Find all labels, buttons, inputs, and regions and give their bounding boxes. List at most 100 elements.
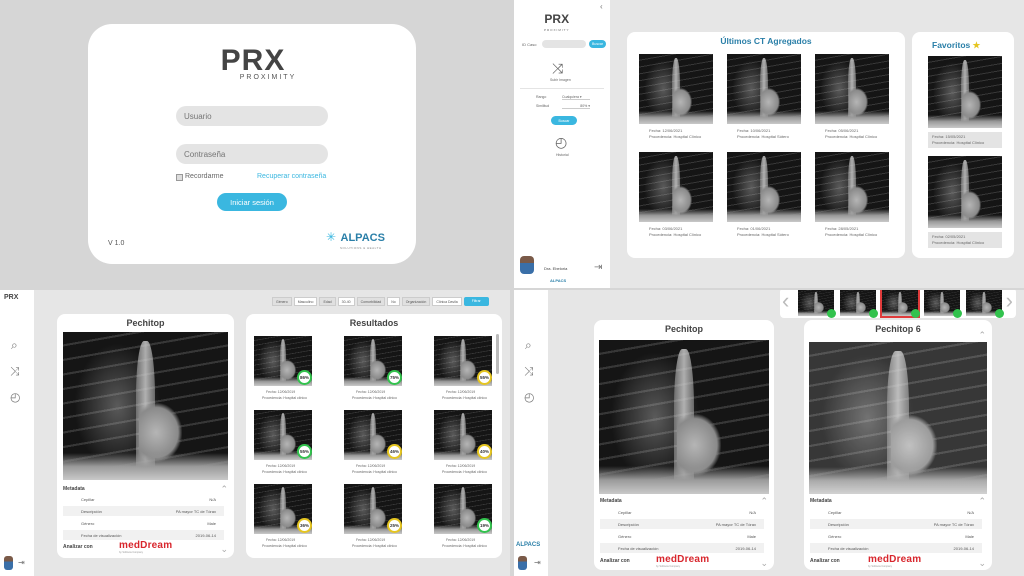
chevron-up-icon[interactable]: ⌃ [978, 330, 986, 341]
case-search-button[interactable]: Buscar [589, 40, 606, 48]
prev-arrow-icon[interactable]: ‹ [782, 290, 789, 314]
result-item[interactable]: 86% Fecha: 12/06/2019 Procedencia: Hospita… [252, 336, 312, 406]
shuffle-icon[interactable]: ⤨ [552, 60, 563, 77]
filter-chip[interactable]: Organización [401, 297, 431, 306]
recent-ct-item[interactable]: Fecha: 05/06/2021 Procedencia: Hospital C… [815, 54, 891, 146]
item-origin: Procedencia: Hospital clínico [262, 544, 307, 548]
filter-search-button[interactable]: Buscar [551, 116, 577, 125]
username-input[interactable] [176, 106, 328, 126]
compare-thumbnail[interactable] [840, 290, 878, 318]
shuffle-icon[interactable]: ⤨ [10, 364, 20, 379]
remember-checkbox[interactable] [176, 174, 183, 181]
results-scrollbar[interactable] [496, 334, 499, 374]
login-button[interactable]: Iniciar sesión [217, 193, 287, 211]
xray-thumbnail[interactable] [928, 156, 1002, 228]
chevron-up-icon[interactable]: ⌃ [760, 496, 768, 507]
favorite-item[interactable]: Fecha: 15/05/2021 Procedencia: Hospital C… [928, 56, 1002, 152]
history-icon[interactable]: ◴ [10, 390, 20, 404]
item-origin: Procedencia: Hospital Sótero [737, 134, 789, 139]
result-item[interactable]: 75% Fecha: 12/06/2019 Procedencia: Hospita… [342, 336, 402, 406]
next-arrow-icon[interactable]: › [1006, 290, 1013, 314]
sidebar-logo: PRX PROXIMITY [544, 12, 570, 32]
metadata-row: Cepillar N/A [828, 509, 974, 515]
search-icon[interactable]: ⌕ [525, 338, 532, 353]
history-icon[interactable]: ◴ [555, 134, 567, 151]
xray-thumbnail[interactable] [639, 152, 713, 222]
password-input[interactable] [176, 144, 328, 164]
login-screen: PRX PROXIMITY Recordarme Recuperar contr… [0, 0, 510, 288]
xray-thumbnail[interactable] [815, 152, 889, 222]
logo-text: PRX [220, 44, 286, 77]
compare-thumbnail[interactable] [880, 290, 920, 318]
right-xray-image[interactable] [809, 342, 987, 494]
recover-password-link[interactable]: Recuperar contraseña [257, 173, 326, 180]
meddream-button[interactable]: medDream by Softneta Company [119, 540, 172, 554]
item-origin: Procedencia: Hospital clínico [442, 396, 487, 400]
user-avatar[interactable] [520, 256, 534, 274]
query-xray-image[interactable] [63, 332, 228, 480]
compare-sidebar: ⌕ ⤨ ◴ ALPACS ⇥ [514, 290, 548, 576]
filter-chip[interactable]: Clínica Davila [432, 297, 462, 306]
collapse-icon[interactable]: ‹ [600, 2, 603, 11]
filter-chip[interactable]: Masculino [293, 297, 318, 306]
filter-chip[interactable]: Género [272, 297, 292, 306]
chevron-up-icon[interactable]: ⌃ [978, 496, 986, 507]
logout-icon[interactable]: ⇥ [18, 558, 25, 567]
filter-apply-button[interactable]: Filtrar [463, 297, 489, 306]
xray-thumbnail[interactable] [815, 54, 889, 124]
metadata-row: Género Male [81, 520, 216, 526]
xray-thumbnail[interactable] [928, 56, 1002, 128]
recent-ct-item[interactable]: Fecha: 10/06/2021 Procedencia: Hospital S… [727, 54, 803, 146]
xray-thumbnail[interactable] [639, 54, 713, 124]
metadata-row: Descripción PA mayor TC de Tórax [810, 519, 982, 529]
history-icon[interactable]: ◴ [524, 390, 534, 404]
similarity-select[interactable]: 80% ▾ [562, 104, 590, 109]
upload-image-label: Subir Imagen [550, 78, 571, 82]
recent-ct-item[interactable]: Fecha: 12/06/2021 Procedencia: Hospital C… [639, 54, 715, 146]
results-panel: Resultados 86% Fecha: 12/06/2019 Procedenc… [246, 314, 502, 558]
chevron-down-icon[interactable]: ⌄ [220, 544, 228, 555]
chevron-down-icon[interactable]: ⌄ [978, 558, 986, 569]
meddream-button[interactable]: medDream by Softneta Company [868, 554, 921, 568]
similarity-badge: 55% [297, 444, 312, 459]
filter-chip[interactable]: 30-40 [337, 297, 355, 306]
result-item[interactable]: 25% Fecha: 12/06/2019 Procedencia: Hospita… [342, 484, 402, 554]
shuffle-icon[interactable]: ⤨ [524, 364, 534, 379]
recent-ct-item[interactable]: Fecha: 01/06/2021 Procedencia: Hospital S… [727, 152, 803, 244]
similarity-badge: 25% [387, 518, 402, 533]
result-item[interactable]: 55% Fecha: 12/06/2019 Procedencia: Hospita… [432, 336, 492, 406]
filter-chip[interactable]: No [387, 297, 400, 306]
result-item[interactable]: 19% Fecha: 12/06/2019 Procedencia: Hospita… [432, 484, 492, 554]
compare-thumbnail[interactable] [924, 290, 962, 318]
user-avatar[interactable] [518, 556, 527, 570]
recent-ct-item[interactable]: Fecha: 03/06/2021 Procedencia: Hospital C… [639, 152, 715, 244]
star-icon[interactable]: ★ [973, 40, 981, 50]
case-id-input[interactable] [542, 40, 586, 48]
range-select[interactable]: Cualquiera ▾ [562, 95, 590, 100]
logout-icon[interactable]: ⇥ [594, 262, 602, 273]
user-avatar[interactable] [4, 556, 13, 570]
search-icon[interactable]: ⌕ [11, 338, 18, 353]
version-label: V 1.0 [108, 240, 125, 247]
result-item[interactable]: 46% Fecha: 12/06/2019 Procedencia: Hospita… [342, 410, 402, 480]
remember-label: Recordarme [185, 173, 224, 180]
chevron-down-icon[interactable]: ⌄ [760, 558, 768, 569]
metadata-title: Metadata [810, 498, 832, 504]
result-item[interactable]: 55% Fecha: 12/06/2019 Procedencia: Hospita… [252, 410, 312, 480]
metadata-row: Cepillar N/A [618, 509, 756, 515]
logout-icon[interactable]: ⇥ [534, 558, 541, 567]
filter-chip[interactable]: Edad [319, 297, 336, 306]
result-item[interactable]: 36% Fecha: 12/06/2019 Procedencia: Hospita… [252, 484, 312, 554]
xray-thumbnail[interactable] [727, 152, 801, 222]
xray-thumbnail[interactable] [727, 54, 801, 124]
similarity-badge: 36% [297, 518, 312, 533]
meddream-button[interactable]: medDream by Softneta Company [656, 554, 709, 568]
compare-thumbnail[interactable] [798, 290, 836, 318]
filter-chip[interactable]: Comorbilidad [356, 297, 386, 306]
result-item[interactable]: 40% Fecha: 12/06/2019 Procedencia: Hospita… [432, 410, 492, 480]
compare-thumbnail[interactable] [966, 290, 1004, 318]
left-xray-image[interactable] [599, 340, 769, 494]
filter-bar: Género Masculino Edad 30-40 Comorbilidad No Or… [272, 297, 489, 306]
favorite-item[interactable]: Fecha: 02/05/2021 Procedencia: Hospital C… [928, 156, 1002, 252]
recent-ct-item[interactable]: Fecha: 28/05/2021 Procedencia: Hospital C… [815, 152, 891, 244]
